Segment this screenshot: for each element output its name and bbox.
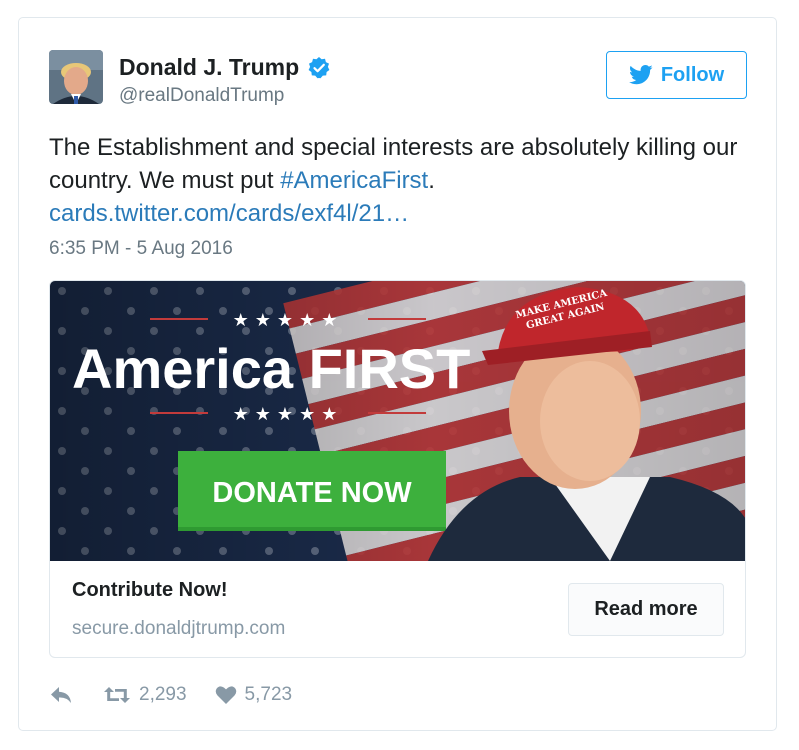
- card-domain[interactable]: secure.donaldjtrump.com: [72, 618, 285, 640]
- tweet-card: Donald J. Trump @realDonaldTrump Follow …: [18, 17, 777, 731]
- avatar[interactable]: [49, 50, 103, 104]
- heart-icon: [215, 686, 236, 704]
- tweet-text-part2: .: [428, 167, 435, 194]
- read-more-button[interactable]: Read more: [568, 583, 724, 636]
- card-title[interactable]: Contribute Now!: [72, 579, 228, 602]
- tweet-text: The Establishment and special interests …: [49, 131, 739, 230]
- retweet-button[interactable]: 2,293: [103, 684, 187, 706]
- display-name[interactable]: Donald J. Trump: [119, 54, 299, 81]
- like-count: 5,723: [244, 684, 293, 705]
- card-url-link[interactable]: cards.twitter.com/cards/exf4l/21…: [49, 200, 409, 227]
- reply-button[interactable]: [49, 685, 73, 705]
- svg-text:America FIRST: America FIRST: [72, 337, 470, 400]
- svg-text:★★★★★: ★★★★★: [233, 404, 344, 425]
- like-button[interactable]: 5,723: [215, 684, 293, 706]
- card-headline-b: FIRST: [309, 337, 471, 400]
- verified-badge-icon: [307, 56, 331, 80]
- retweet-icon: [104, 687, 130, 703]
- follow-label: Follow: [660, 63, 725, 86]
- card-headline-a: America: [72, 337, 309, 400]
- link-card[interactable]: ★★★★★ ★★★★★ America FIRST DONATE NOW MAK…: [49, 280, 746, 658]
- author-name-row[interactable]: Donald J. Trump: [119, 54, 331, 81]
- hashtag-link[interactable]: #AmericaFirst: [280, 167, 428, 194]
- retweet-count: 2,293: [139, 684, 187, 705]
- svg-text:★★★★★: ★★★★★: [233, 310, 344, 331]
- timestamp[interactable]: 6:35 PM - 5 Aug 2016: [49, 238, 233, 260]
- profile-photo: [49, 50, 103, 104]
- card-image[interactable]: ★★★★★ ★★★★★ America FIRST DONATE NOW MAK…: [50, 281, 745, 561]
- twitter-bird-icon: [628, 65, 653, 85]
- screen-name[interactable]: @realDonaldTrump: [119, 85, 284, 107]
- reply-icon: [51, 687, 71, 703]
- follow-button[interactable]: Follow: [606, 51, 747, 99]
- tweet-actions: 2,293 5,723: [49, 680, 292, 710]
- donate-now-text: DONATE NOW: [212, 477, 412, 509]
